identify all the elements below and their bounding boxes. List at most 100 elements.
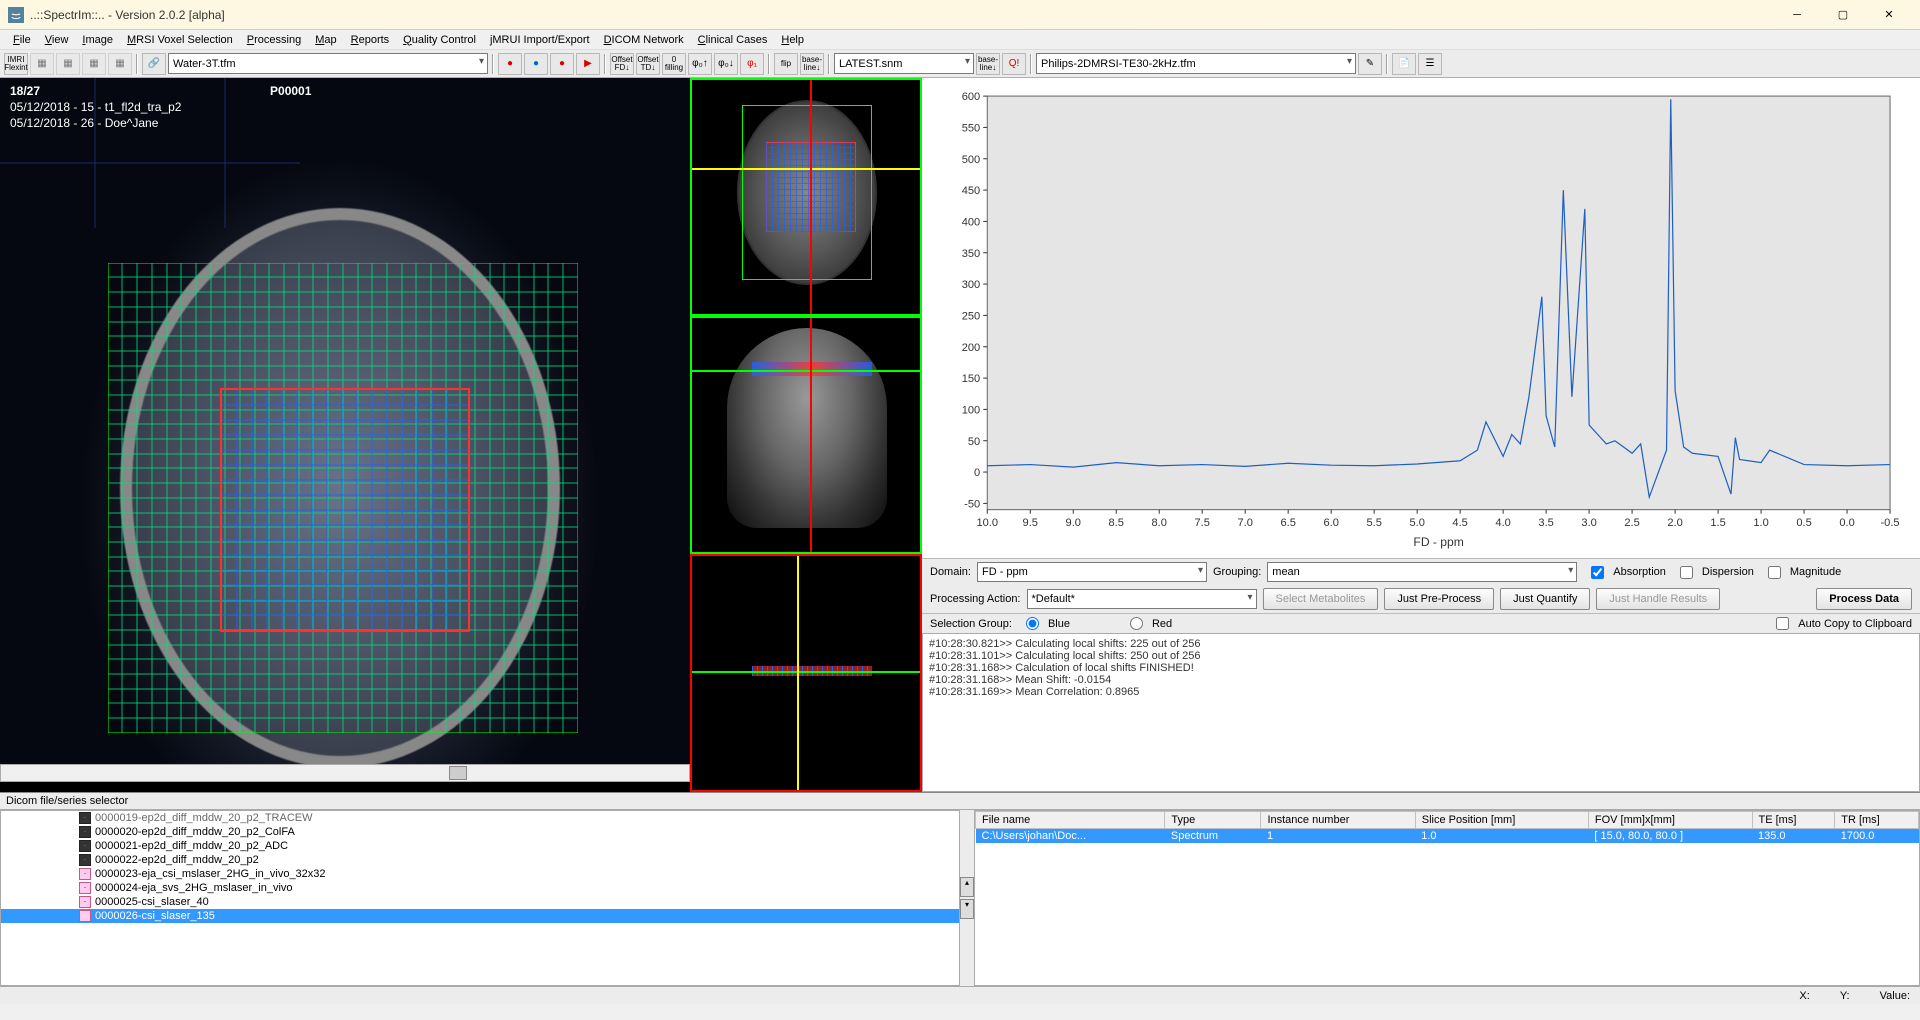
log-area[interactable]: #10:28:30.821>> Calculating local shifts… bbox=[922, 633, 1920, 792]
table-header[interactable]: FOV [mm]x[mm] bbox=[1588, 812, 1752, 829]
series-icon: · bbox=[79, 868, 91, 880]
tb-list[interactable]: ☰ bbox=[1418, 53, 1442, 75]
menu-clinical-cases[interactable]: Clinical Cases bbox=[691, 32, 775, 48]
tb-flip[interactable]: flip bbox=[774, 53, 798, 75]
just-handle-results-button[interactable]: Just Handle Results bbox=[1596, 588, 1720, 610]
coronal-view[interactable] bbox=[690, 316, 922, 554]
autocopy-label: Auto Copy to Clipboard bbox=[1798, 618, 1912, 630]
processing-row: Processing Action: *Default* Select Meta… bbox=[922, 585, 1920, 613]
tree-item[interactable]: ·0000020-ep2d_diff_mddw_20_p2_ColFA bbox=[1, 825, 959, 839]
tb-0filling[interactable]: 0filling bbox=[662, 53, 686, 75]
menu-view[interactable]: View bbox=[38, 32, 76, 48]
axial-view[interactable] bbox=[690, 78, 922, 316]
table-header[interactable]: TE [ms] bbox=[1752, 812, 1835, 829]
table-row[interactable]: C:\Users\johan\Doc...Spectrum11.0[ 15.0,… bbox=[976, 829, 1919, 844]
tree-item[interactable]: ·0000019-ep2d_diff_mddw_20_p2_TRACEW bbox=[1, 811, 959, 825]
selection-row: Selection Group: Blue Red Auto Copy to C… bbox=[922, 613, 1920, 633]
table-header[interactable]: File name bbox=[976, 812, 1165, 829]
tb-btn-3[interactable]: ▦ bbox=[56, 53, 80, 75]
menu-file[interactable]: File bbox=[6, 32, 38, 48]
tb-play[interactable]: ▶ bbox=[576, 53, 600, 75]
minimize-button[interactable]: ─ bbox=[1774, 1, 1820, 29]
tb-phi0[interactable]: φ₀↑ bbox=[688, 53, 712, 75]
file-table[interactable]: File nameTypeInstance numberSlice Positi… bbox=[974, 810, 1920, 986]
tb-offset-td[interactable]: OffsetTD↓ bbox=[636, 53, 660, 75]
tree-item[interactable]: ·0000024-eja_svs_2HG_mslaser_in_vivo bbox=[1, 881, 959, 895]
tree-item[interactable]: ·0000025-csi_slaser_40 bbox=[1, 895, 959, 909]
tree-item-label: 0000024-eja_svs_2HG_mslaser_in_vivo bbox=[95, 882, 293, 894]
menu-processing[interactable]: Processing bbox=[240, 32, 308, 48]
spectrum-chart[interactable]: -500501001502002503003504004505005506001… bbox=[922, 78, 1920, 558]
close-button[interactable]: ✕ bbox=[1866, 1, 1912, 29]
tb-offset-fd[interactable]: OffsetFD↓ bbox=[610, 53, 634, 75]
log-line: #10:28:30.821>> Calculating local shifts… bbox=[929, 638, 1913, 650]
tb-apod[interactable]: ● bbox=[550, 53, 574, 75]
svg-text:0.0: 0.0 bbox=[1839, 517, 1854, 529]
select-metabolites-button[interactable]: Select Metabolites bbox=[1263, 588, 1379, 610]
absorption-checkbox[interactable] bbox=[1591, 566, 1604, 579]
tb-baseline[interactable]: base-line↓ bbox=[800, 53, 824, 75]
svg-text:300: 300 bbox=[962, 279, 980, 291]
tb-baseline2[interactable]: base-line↓ bbox=[976, 53, 1000, 75]
table-cell: 135.0 bbox=[1752, 829, 1835, 844]
menu-dicom-network[interactable]: DICOM Network bbox=[597, 32, 691, 48]
latest-combo[interactable]: LATEST.snm bbox=[834, 53, 974, 74]
tb-btn-5[interactable]: ▦ bbox=[108, 53, 132, 75]
mri-main-image[interactable]: 18/27P00001 05/12/2018 - 15 - t1_fl2d_tr… bbox=[0, 78, 690, 764]
domain-combo[interactable]: FD - ppm bbox=[977, 562, 1207, 582]
table-cell: [ 15.0, 80.0, 80.0 ] bbox=[1588, 829, 1752, 844]
selgroup-label: Selection Group: bbox=[930, 618, 1012, 630]
autocopy-checkbox[interactable] bbox=[1776, 617, 1789, 630]
series-tree[interactable]: ·0000019-ep2d_diff_mddw_20_p2_TRACEW·000… bbox=[0, 810, 960, 986]
tree-item[interactable]: ·0000023-eja_csi_mslaser_2HG_in_vivo_32x… bbox=[1, 867, 959, 881]
procaction-combo[interactable]: *Default* bbox=[1027, 589, 1257, 609]
splitter[interactable]: ▴ ▾ bbox=[960, 810, 974, 986]
mri-main-pane[interactable]: 18/27P00001 05/12/2018 - 15 - t1_fl2d_tr… bbox=[0, 78, 690, 792]
menu-quality-control[interactable]: Quality Control bbox=[396, 32, 483, 48]
tree-item[interactable]: ·0000022-ep2d_diff_mddw_20_p2 bbox=[1, 853, 959, 867]
mid-views bbox=[690, 78, 922, 792]
table-cell: 1.0 bbox=[1415, 829, 1588, 844]
selgroup-blue-radio[interactable] bbox=[1026, 617, 1039, 630]
tb-phi1[interactable]: φ₁ bbox=[740, 53, 764, 75]
magnitude-checkbox[interactable] bbox=[1768, 566, 1781, 579]
tb-hlsvd[interactable]: ● bbox=[524, 53, 548, 75]
philips-combo[interactable]: Philips-2DMRSI-TE30-2kHz.tfm bbox=[1036, 53, 1356, 74]
table-header[interactable]: TR [ms] bbox=[1835, 812, 1919, 829]
table-cell: C:\Users\johan\Doc... bbox=[976, 829, 1165, 844]
water-combo[interactable]: Water-3T.tfm bbox=[168, 53, 488, 74]
table-header[interactable]: Type bbox=[1165, 812, 1261, 829]
mri-scrollbar[interactable] bbox=[0, 764, 690, 782]
tb-report[interactable]: 📄 bbox=[1392, 53, 1416, 75]
menu-help[interactable]: Help bbox=[774, 32, 811, 48]
statusbar: X: Y: Value: bbox=[0, 986, 1920, 1004]
titlebar: ..::SpectrIm::.. - Version 2.0.2 [alpha]… bbox=[0, 0, 1920, 30]
maximize-button[interactable]: ▢ bbox=[1820, 1, 1866, 29]
tree-item[interactable]: ·0000021-ep2d_diff_mddw_20_p2_ADC bbox=[1, 839, 959, 853]
tree-item[interactable]: ·0000026-csi_slaser_135 bbox=[1, 909, 959, 923]
tb-edit[interactable]: ✎ bbox=[1358, 53, 1382, 75]
series-icon: · bbox=[79, 826, 91, 838]
menu-image[interactable]: Image bbox=[75, 32, 120, 48]
dispersion-checkbox[interactable] bbox=[1680, 566, 1693, 579]
selgroup-red-radio[interactable] bbox=[1130, 617, 1143, 630]
svg-text:4.0: 4.0 bbox=[1495, 517, 1510, 529]
grouping-combo[interactable]: mean bbox=[1267, 562, 1577, 582]
menu-mrsi-voxel-selection[interactable]: MRSI Voxel Selection bbox=[120, 32, 240, 48]
tb-btn-2[interactable]: ▦ bbox=[30, 53, 54, 75]
menu-reports[interactable]: Reports bbox=[344, 32, 397, 48]
tb-qi[interactable]: Q! bbox=[1002, 53, 1026, 75]
sagittal-view[interactable] bbox=[690, 554, 922, 792]
menu-map[interactable]: Map bbox=[308, 32, 343, 48]
menu-jmrui-import-export[interactable]: jMRUI Import/Export bbox=[483, 32, 597, 48]
tb-tdfdfe-1[interactable]: ● bbox=[498, 53, 522, 75]
table-header[interactable]: Slice Position [mm] bbox=[1415, 812, 1588, 829]
tb-flexint-button[interactable]: IMRIFlexint bbox=[4, 53, 28, 75]
just-preprocess-button[interactable]: Just Pre-Process bbox=[1384, 588, 1494, 610]
tb-phi0d[interactable]: φ₀↓ bbox=[714, 53, 738, 75]
process-data-button[interactable]: Process Data bbox=[1816, 588, 1912, 610]
tb-link-button[interactable]: 🔗 bbox=[142, 53, 166, 75]
tb-btn-4[interactable]: ▦ bbox=[82, 53, 106, 75]
just-quantify-button[interactable]: Just Quantify bbox=[1500, 588, 1590, 610]
table-header[interactable]: Instance number bbox=[1261, 812, 1415, 829]
